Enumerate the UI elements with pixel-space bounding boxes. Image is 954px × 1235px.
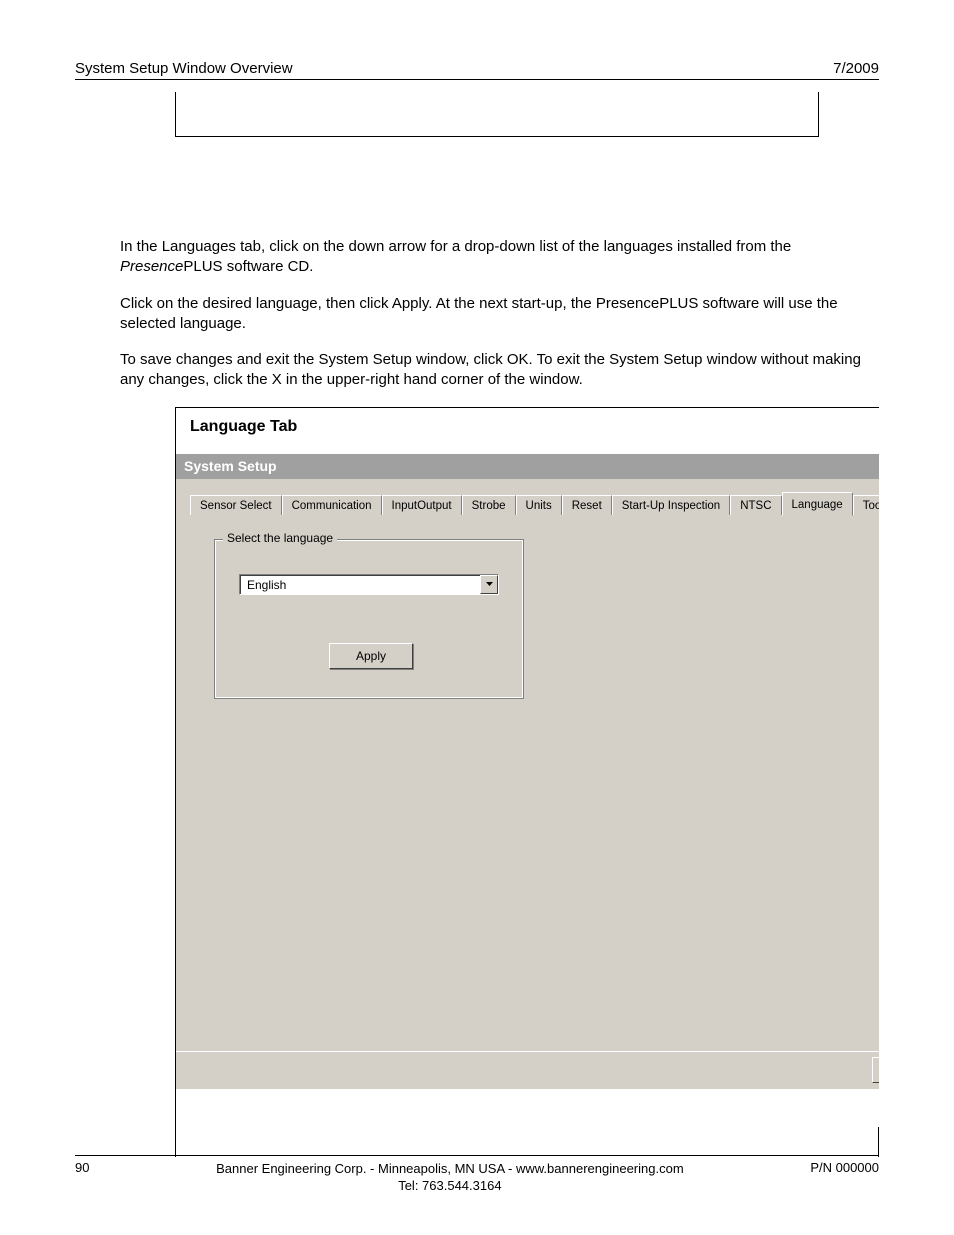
tab-tools-configurat[interactable]: Tools Configurat	[853, 495, 879, 515]
groupbox-select-language: Select the language English Apply	[214, 539, 524, 699]
figure-border-continuation	[175, 1127, 879, 1157]
language-dropdown-value: English	[240, 575, 480, 594]
window-bottom-bar	[176, 1051, 879, 1089]
previous-figure-remnant	[175, 92, 819, 137]
paragraph-2: Click on the desired language, then clic…	[75, 294, 879, 335]
page-header: System Setup Window Overview 7/2009	[75, 60, 879, 80]
tab-units[interactable]: Units	[516, 495, 562, 515]
groupbox-label: Select the language	[223, 531, 337, 545]
window-body: Sensor Select Communication InputOutput …	[176, 479, 879, 1089]
page-footer: 90 Banner Engineering Corp. - Minneapoli…	[75, 1155, 879, 1195]
apply-button[interactable]: Apply	[329, 643, 413, 669]
footer-line2: Tel: 763.544.3164	[398, 1178, 501, 1193]
paragraph-1: In the Languages tab, click on the down …	[75, 237, 879, 278]
header-right: 7/2009	[833, 60, 879, 77]
chevron-down-icon[interactable]	[480, 575, 498, 594]
tab-panel-language: Select the language English Apply	[190, 514, 879, 1044]
tab-language[interactable]: Language	[782, 492, 853, 516]
figure-language-tab: Language Tab System Setup Sensor Select …	[175, 407, 879, 1127]
header-left: System Setup Window Overview	[75, 60, 293, 77]
paragraph-3: To save changes and exit the System Setu…	[75, 350, 879, 391]
tab-reset[interactable]: Reset	[562, 495, 612, 515]
figure-title: Language Tab	[176, 408, 879, 454]
window-title-bar: System Setup	[176, 454, 879, 479]
footer-part-number: P/N 000000	[810, 1160, 879, 1195]
tab-inputoutput[interactable]: InputOutput	[382, 495, 462, 515]
tab-startup-inspection[interactable]: Start-Up Inspection	[612, 495, 730, 515]
tab-ntsc[interactable]: NTSC	[730, 495, 781, 515]
ok-button-partial[interactable]	[872, 1057, 879, 1083]
footer-line1: Banner Engineering Corp. - Minneapolis, …	[216, 1161, 684, 1176]
tab-communication[interactable]: Communication	[282, 495, 382, 515]
page-number: 90	[75, 1160, 89, 1195]
tab-strip: Sensor Select Communication InputOutput …	[190, 491, 879, 515]
tab-strobe[interactable]: Strobe	[462, 495, 516, 515]
language-dropdown[interactable]: English	[239, 574, 499, 595]
tab-sensor-select[interactable]: Sensor Select	[190, 495, 282, 515]
